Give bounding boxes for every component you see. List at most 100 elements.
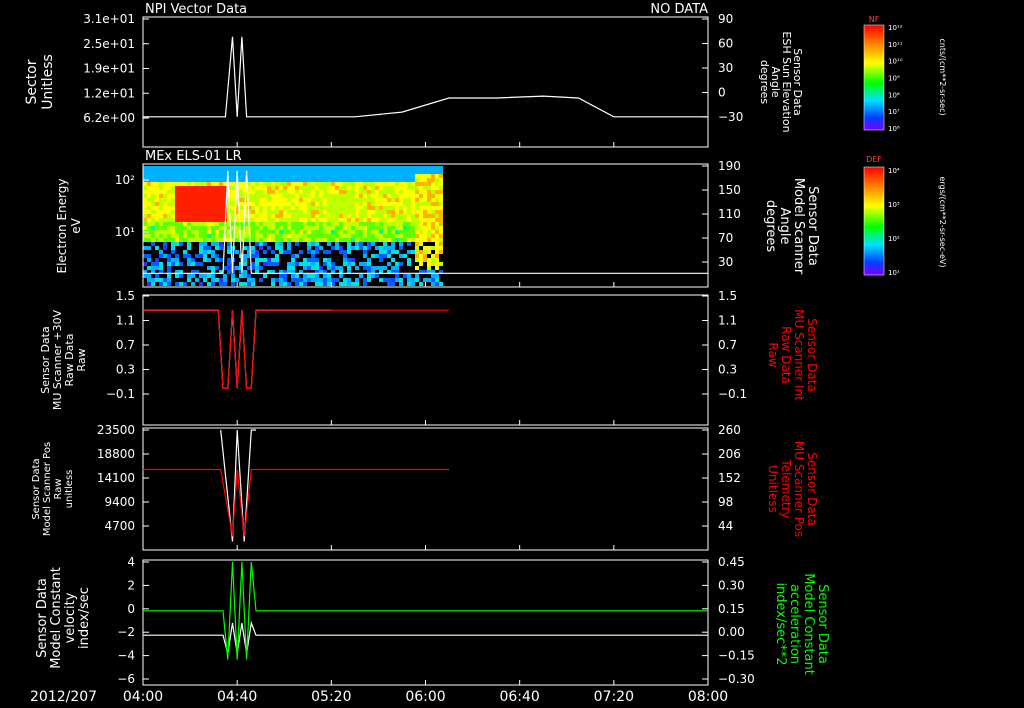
spectrogram-cell [339, 282, 343, 286]
spectrogram-cell [399, 278, 403, 282]
spectrogram-cell [379, 266, 383, 270]
spectrogram-cell [319, 226, 323, 230]
spectrogram-cell [167, 238, 171, 242]
spectrogram-cell [163, 206, 167, 210]
spectrogram-cell [187, 198, 191, 202]
spectrogram-cell [195, 186, 199, 190]
spectrogram-cell [355, 230, 359, 234]
spectrogram-cell [147, 278, 151, 282]
spectrogram-cell [319, 246, 323, 250]
spectrogram-cell [179, 282, 183, 286]
spectrogram-cell [147, 202, 151, 206]
spectrogram-cell [295, 278, 299, 282]
spectrogram-cell [407, 218, 411, 222]
spectrogram-cell [259, 222, 263, 226]
spectrogram-cell [343, 194, 347, 198]
spectrogram-cell [147, 194, 151, 198]
spectrogram-cell [259, 258, 263, 262]
spectrogram-cell [323, 274, 327, 278]
spectrogram-cell [267, 182, 271, 186]
spectrogram-cell [391, 278, 395, 282]
spectrogram-cell [171, 170, 175, 174]
colorbar-def [863, 166, 885, 276]
spectrogram-cell [155, 274, 159, 278]
spectrogram-cell [259, 230, 263, 234]
panel4-right-tick-label: 206 [718, 447, 741, 461]
spectrogram-cell [391, 210, 395, 214]
spectrogram-cell [203, 214, 207, 218]
spectrogram-cell [391, 242, 395, 246]
spectrogram-cell [283, 182, 287, 186]
spectrogram-cell [275, 202, 279, 206]
spectrogram-cell [219, 186, 223, 190]
spectrogram-cell [263, 166, 267, 170]
spectrogram-cell [211, 254, 215, 258]
spectrogram-cell [379, 238, 383, 242]
spectrogram-cell [367, 198, 371, 202]
spectrogram-cell [383, 230, 387, 234]
panel5-left-tick-label: −4 [117, 649, 135, 663]
spectrogram-cell [167, 210, 171, 214]
spectrogram-cell [227, 270, 231, 274]
spectrogram-cell [375, 186, 379, 190]
spectrogram-cell [155, 214, 159, 218]
spectrogram-cell [263, 186, 267, 190]
spectrogram-cell [327, 282, 331, 286]
spectrogram-cell [195, 194, 199, 198]
spectrogram-cell [263, 178, 267, 182]
spectrogram-cell [283, 234, 287, 238]
spectrogram-cell [403, 170, 407, 174]
spectrogram-cell [211, 238, 215, 242]
spectrogram-cell [191, 170, 195, 174]
spectrogram-cell [315, 230, 319, 234]
spectrogram-cell [331, 202, 335, 206]
panel-scanner-position: 23500188001410094004700 2602061529844 Se… [31, 423, 819, 551]
spectrogram-cell [347, 178, 351, 182]
spectrogram-cell [391, 174, 395, 178]
spectrogram-cell [219, 226, 223, 230]
spectrogram-cell [271, 226, 275, 230]
panel3-right-tick-label: 0.3 [718, 363, 737, 377]
spectrogram-cell [215, 170, 219, 174]
spectrogram-cell [359, 222, 363, 226]
spectrogram-cell [267, 262, 271, 266]
spectrogram-cell [267, 210, 271, 214]
spectrogram-cell [171, 218, 175, 222]
spectrogram-cell [283, 282, 287, 286]
spectrogram-cell [143, 170, 147, 174]
spectrogram-cell [327, 186, 331, 190]
spectrogram-cell [223, 166, 227, 170]
spectrogram-cell [151, 278, 155, 282]
spectrogram-cell [315, 186, 319, 190]
spectrogram-cell [303, 238, 307, 242]
panel3-rlabel-line3: Raw Data [779, 326, 793, 384]
spectrogram-cell [271, 214, 275, 218]
spectrogram-cell [195, 238, 199, 242]
spectrogram-cell [323, 170, 327, 174]
spectrogram-cell [195, 170, 199, 174]
spectrogram-cell [391, 206, 395, 210]
spectrogram-cell [179, 198, 183, 202]
spectrogram-cell [403, 174, 407, 178]
spectrogram-cell [423, 254, 427, 258]
spectrogram-cell [335, 182, 339, 186]
spectrogram-cell [263, 206, 267, 210]
spectrogram-cell [207, 174, 211, 178]
panel1-status: NO DATA [650, 2, 708, 17]
spectrogram-cell [171, 206, 175, 210]
spectrogram-cell [407, 278, 411, 282]
spectrogram-cell [379, 258, 383, 262]
spectrogram-cell [199, 250, 203, 254]
spectrogram-cell [303, 230, 307, 234]
spectrogram-cell [263, 218, 267, 222]
spectrogram-cell [251, 210, 255, 214]
spectrogram-cell [379, 190, 383, 194]
spectrogram-cell [175, 166, 179, 170]
spectrogram-cell [267, 174, 271, 178]
spectrogram-cell [295, 202, 299, 206]
spectrogram-cell [291, 254, 295, 258]
spectrogram-cell [179, 186, 183, 190]
spectrogram-cell [355, 214, 359, 218]
spectrogram-cell [383, 178, 387, 182]
spectrogram-cell [351, 234, 355, 238]
